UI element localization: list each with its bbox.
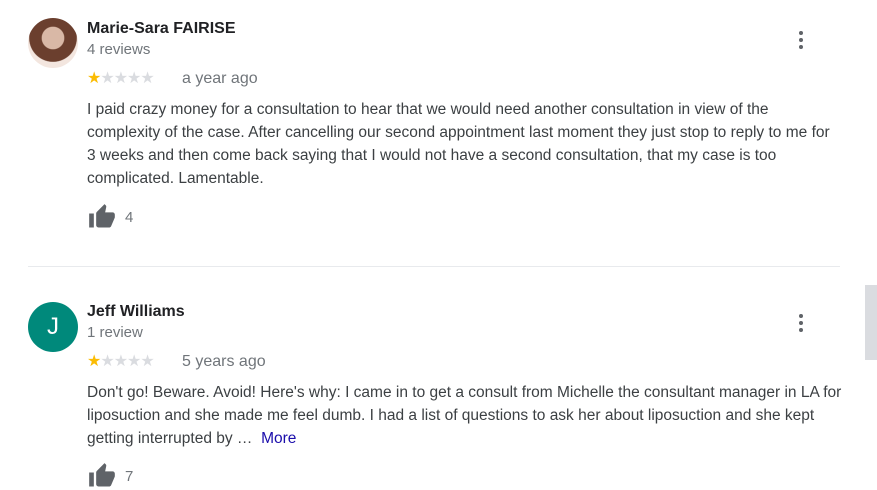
star-empty-icon: ★★★★ [100,353,154,370]
like-button[interactable]: 7 [87,462,133,490]
thumbs-up-icon [89,204,115,228]
review-text: I paid crazy money for a consultation to… [87,101,830,187]
star-filled-icon: ★ [87,70,101,87]
like-count: 7 [125,467,134,485]
star-filled-icon: ★ [87,353,101,370]
more-link[interactable]: More [261,430,296,447]
scrollbar-thumb[interactable] [865,285,877,360]
review-date: 5 years ago [182,353,266,370]
more-options-icon[interactable] [792,28,810,52]
like-count: 4 [125,208,134,226]
reviewer-name[interactable]: Marie-Sara FAIRISE [87,20,236,38]
reviewer-review-count[interactable]: 1 review [87,324,143,341]
review-text-body: Don't go! Beware. Avoid! Here's why: I c… [87,384,842,447]
review-date: a year ago [182,70,258,87]
review-text: Don't go! Beware. Avoid! Here's why: I c… [87,381,842,450]
reviewer-name[interactable]: Jeff Williams [87,303,185,321]
reviewer-avatar[interactable]: J [28,302,78,352]
reviewer-review-count[interactable]: 4 reviews [87,41,150,58]
like-button[interactable]: 4 [87,203,133,231]
more-options-icon[interactable] [792,311,810,335]
reviewer-avatar[interactable] [28,18,78,68]
star-rating: ★★★★★ [87,68,155,88]
thumbs-up-icon [89,463,115,487]
divider [28,266,840,267]
star-rating: ★★★★★ [87,351,155,371]
star-empty-icon: ★★★★ [100,70,154,87]
